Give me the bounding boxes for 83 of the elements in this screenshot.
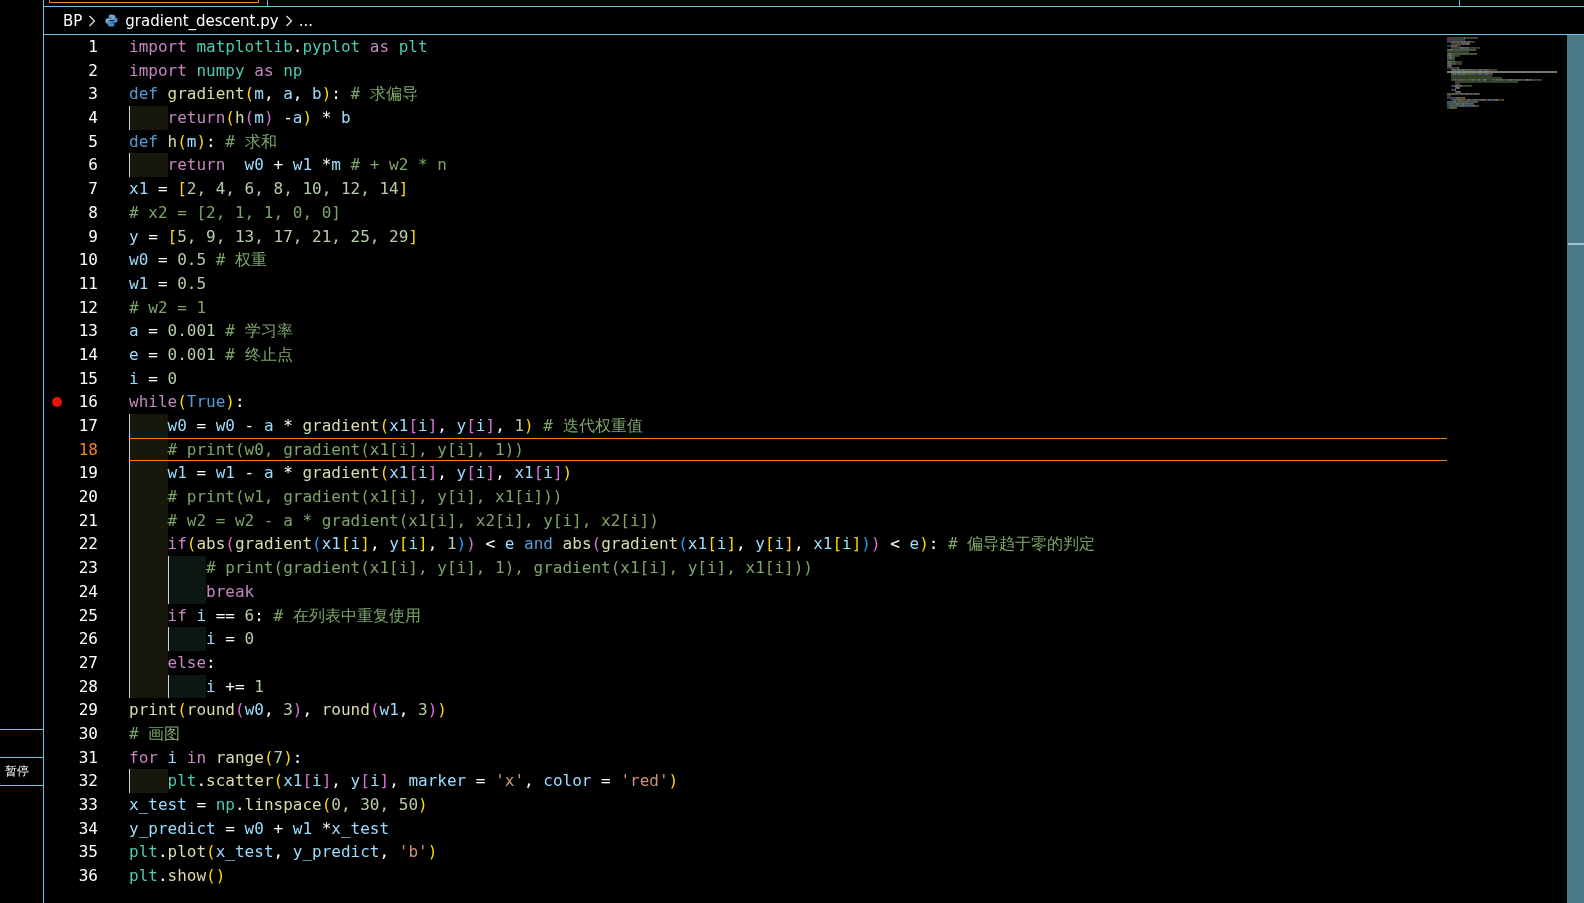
line-number: 29 <box>77 699 98 722</box>
line-number: 8 <box>87 201 98 224</box>
line-number: 19 <box>77 462 98 485</box>
line-number: 2 <box>87 59 98 82</box>
line-number: 34 <box>77 817 98 840</box>
code-line: i = 0 <box>129 627 255 651</box>
code-line: x_test = np.linspace(0, 30, 50) <box>129 794 428 816</box>
code-line: import numpy as np <box>129 59 303 82</box>
code-line: y_predict = w0 + w1 *x_test <box>129 817 390 840</box>
breadcrumb-item[interactable]: gradient_descent.py <box>125 11 279 30</box>
line-number: 3 <box>87 83 98 106</box>
code-line: i = 0 <box>129 367 178 390</box>
line-number: 11 <box>77 272 98 295</box>
code-line: for i in range(7): <box>129 746 303 769</box>
line-number: 18 <box>77 438 98 461</box>
code-line: # 画图 <box>129 722 181 745</box>
line-number: 16 <box>77 391 98 414</box>
code-line: w1 = w1 - a * gradient(x1[i], y[i], x1[i]) <box>129 461 573 486</box>
scrollbar[interactable] <box>1567 35 1584 903</box>
line-number: 20 <box>77 486 98 509</box>
code-line: if i == 6: # 在列表中重复使用 <box>129 603 421 628</box>
code-line: # x2 = [2, 1, 1, 0, 0] <box>129 201 341 224</box>
code-line: while(True): <box>129 391 245 414</box>
line-number: 33 <box>77 794 98 816</box>
code-line: a = 0.001 # 学习率 <box>129 320 293 343</box>
line-number: 23 <box>77 557 98 580</box>
code-line: w0 = w0 - a * gradient(x1[i], y[i], 1) # 迭代权重值 <box>129 414 643 438</box>
code-line: # w2 = w2 - a * gradient(x1[i], x2[i], y[i], x2[i]) <box>129 508 659 533</box>
line-number: 13 <box>77 320 98 343</box>
line-number: 36 <box>77 865 98 888</box>
code-line: # w2 = 1 <box>129 296 207 319</box>
code-line: # print(w0, gradient(x1[i], y[i], 1)) <box>129 438 524 461</box>
code-line: def gradient(m, a, b): # 求偏导 <box>129 83 418 106</box>
code-line: # print(w1, gradient(x1[i], y[i], x1[i])) <box>129 485 563 509</box>
code-line: else: <box>129 650 216 675</box>
breakpoint-dot[interactable] <box>52 397 62 408</box>
code-line: plt.scatter(x1[i], y[i], marker = 'x', color = 'red') <box>129 769 679 793</box>
code-line: x1 = [2, 4, 6, 8, 10, 12, 14] <box>129 178 409 201</box>
minimap-drawing[interactable] <box>1447 37 1557 109</box>
python-file-icon <box>104 13 120 28</box>
line-number: 7 <box>87 178 98 201</box>
line-number: 15 <box>77 367 98 390</box>
code-line: e = 0.001 # 终止点 <box>129 343 293 366</box>
chevron-icon <box>284 14 293 27</box>
code-line: # print(gradient(x1[i], y[i], 1), gradient(x1[i], y[i], x1[i])) <box>129 556 813 580</box>
line-number: 1 <box>87 36 98 58</box>
code-line: w0 = 0.5 # 权重 <box>129 249 267 272</box>
code-line: y = [5, 9, 13, 17, 21, 25, 29] <box>129 225 418 248</box>
line-number: 21 <box>77 509 98 532</box>
line-number: 12 <box>77 296 98 319</box>
line-number: 31 <box>77 746 98 769</box>
line-number: 4 <box>87 107 98 130</box>
code-line: w1 = 0.5 <box>129 272 207 295</box>
line-number: 30 <box>77 722 98 745</box>
line-number: 10 <box>77 249 98 272</box>
code-line: return(h(m) -a) * b <box>129 106 351 130</box>
code-line: if(abs(gradient(x1[i], y[i], 1)) < e and abs(gradient(x1[i], y[i], x1[i])) < e): # 偏导趋于零的判定 <box>129 532 1096 557</box>
line-number: 9 <box>87 225 98 248</box>
breadcrumb-item[interactable]: BP <box>63 11 83 30</box>
line-number: 5 <box>87 130 98 153</box>
line-number: 28 <box>77 675 98 698</box>
line-number: 24 <box>77 580 98 603</box>
code-line: plt.plot(x_test, y_predict, 'b') <box>129 841 438 864</box>
line-number: 25 <box>77 604 98 627</box>
line-number: 17 <box>77 415 98 437</box>
code-line: return w0 + w1 *m # + w2 * n <box>129 153 447 178</box>
line-number: 35 <box>77 841 98 864</box>
code-line: print(round(w0, 3), round(w1, 3)) <box>129 699 447 722</box>
line-number: 26 <box>77 628 98 651</box>
active-tab-edge[interactable] <box>49 0 259 3</box>
code-line: plt.show() <box>129 865 226 888</box>
line-number: 22 <box>77 533 98 556</box>
code-line: break <box>129 579 255 604</box>
breadcrumb-item[interactable]: ... <box>298 11 313 30</box>
line-number: 14 <box>77 343 98 366</box>
code-line: def h(m): # 求和 <box>129 130 277 153</box>
chevron-icon <box>88 14 97 27</box>
line-number: 27 <box>77 651 98 674</box>
code-line: i += 1 <box>129 674 264 699</box>
code-line: import matplotlib.pyplot as plt <box>129 36 428 58</box>
status-label: 暂停 <box>5 763 29 780</box>
line-number: 6 <box>87 154 98 177</box>
line-number: 32 <box>77 770 98 793</box>
